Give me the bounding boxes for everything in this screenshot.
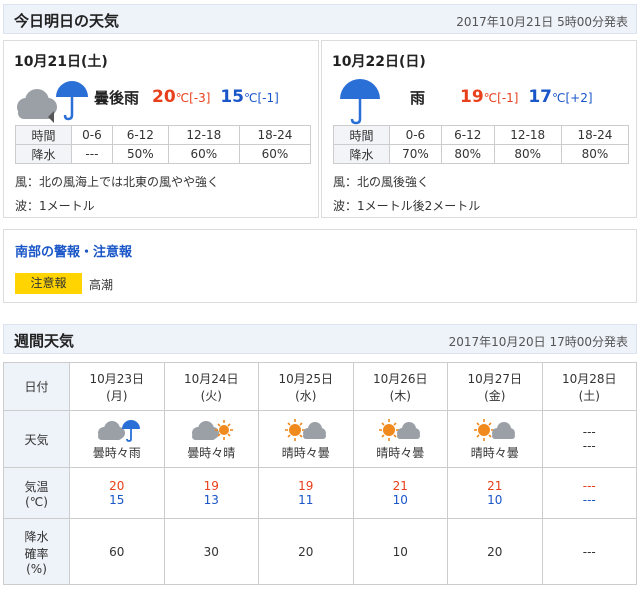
weekly-date-cell: 10月27日 (金) <box>447 362 543 411</box>
low-temp: 15 <box>220 87 244 107</box>
precip-table: 時間 0-6 6-12 12-18 18-24 降水 --- 50% 60% 6… <box>15 125 312 164</box>
weekly-weather-cell: 晴時々曇 <box>447 410 543 468</box>
low-temp: 17 <box>528 87 552 107</box>
wind-text: 風：北の風後強く <box>333 175 430 189</box>
wave-text: 波：1メートル後2メートル <box>333 199 481 213</box>
weekly-temp-cell: 19 11 <box>258 467 354 519</box>
weekly-header: 週間天気 2017年10月20日 17時00分発表 <box>3 324 637 354</box>
weekly-published: 2017年10月20日 17時00分発表 <box>448 335 628 349</box>
weekly-date-cell: 10月28日 (土) <box>541 362 637 411</box>
warnings-title-link[interactable]: 南部の警報・注意報 <box>15 241 132 260</box>
today-published: 2017年10月21日 5時00分発表 <box>456 15 628 29</box>
weekly-temp-cell: 21 10 <box>352 467 448 519</box>
weekly-row-date: 日付 10月23日 (月) 10月24日 (火) 10月25日 (水) 10月26日(… <box>3 362 637 411</box>
weekly-date-cell: 10月23日 (月) <box>69 362 165 411</box>
sun-cloud-icon <box>473 418 515 441</box>
low-diff: [+2] <box>565 91 593 105</box>
day-card-today: 10月21日(土) 曇後雨 20℃[-3] 15℃[-1] 時間 0-6 6-1… <box>3 40 319 218</box>
weekly-precip-cell: 20 <box>258 518 354 585</box>
day-weather-label: 曇後雨 <box>94 89 140 107</box>
day-date: 10月22日(日) <box>332 54 426 70</box>
weekly-weather-cell: 晴時々曇 <box>258 410 354 468</box>
weekly-row-weather: 天気 曇時々雨 曇時々晴 晴時々曇 晴時々曇 晴時々曇 --- --- <box>3 410 637 468</box>
weekly-row-precip: 降水 確率 (%) 60 30 20 10 20 --- <box>3 518 637 585</box>
high-temp: 20 <box>152 87 176 107</box>
weekly-weather-cell: 晴時々曇 <box>352 410 448 468</box>
weekly-date-cell: 10月24日 (火) <box>163 362 259 411</box>
weekly-precip-cell: 20 <box>447 518 543 585</box>
day-card-tomorrow: 10月22日(日) 雨 19℃[-1] 17℃[+2] 時間 0-6 6-12 … <box>321 40 637 218</box>
sun-cloud-icon <box>379 418 421 441</box>
day-temps: 20℃[-3] 15℃[-1] <box>152 87 279 107</box>
weekly-weather-cell: 曇時々雨 <box>69 410 165 468</box>
advisory-items: 高潮 <box>89 278 114 292</box>
weekly-weather-cell: 曇時々晴 <box>163 410 259 468</box>
precip-table: 時間 0-6 6-12 12-18 18-24 降水 70% 80% 80% 8… <box>333 125 630 164</box>
warnings-panel: 南部の警報・注意報 注意報 高潮 <box>3 229 637 303</box>
weekly-date-cell: 10月26日 (木) <box>352 362 448 411</box>
weekly-temp-cell: 20 15 <box>69 467 165 519</box>
weekly-date-cell: 10月25日 (水) <box>258 362 354 411</box>
weekly-table: 日付 10月23日 (月) 10月24日 (火) 10月25日 (水) 10月26日(… <box>3 362 637 585</box>
high-diff: [-1] <box>497 91 519 105</box>
weekly-temp-cell: 19 13 <box>163 467 259 519</box>
advisory-badge: 注意報 <box>15 273 82 294</box>
sun-cloud-icon <box>284 418 326 441</box>
weekly-precip-cell: 30 <box>163 518 259 585</box>
high-temp: 19 <box>460 87 484 107</box>
weekly-precip-cell: 10 <box>352 518 448 585</box>
today-title: 今日明日の天気 <box>14 12 120 30</box>
weekly-title: 週間天気 <box>14 332 75 350</box>
day-weather-label: 雨 <box>410 89 426 107</box>
cloud-umbrella-icon <box>97 419 140 442</box>
weekly-temp-cell: 21 10 <box>447 467 543 519</box>
today-header: 今日明日の天気 2017年10月21日 5時00分発表 <box>3 4 637 34</box>
high-diff: [-3] <box>189 91 211 105</box>
weekly-weather-cell: --- --- <box>541 410 637 468</box>
low-diff: [-1] <box>257 91 279 105</box>
wind-text: 風：北の風海上では北東の風やや強く <box>15 175 220 189</box>
day-temps: 19℃[-1] 17℃[+2] <box>460 87 593 107</box>
day-date: 10月21日(土) <box>14 54 108 70</box>
wave-text: 波：1メートル <box>15 199 95 213</box>
weekly-temp-cell: --- --- <box>541 467 637 519</box>
umbrella-icon <box>340 79 380 125</box>
weekly-row-temp: 気温 (℃) 20 15 19 13 19 11 21 10 21 10 --- --- <box>3 467 637 519</box>
weekly-precip-cell: 60 <box>69 518 165 585</box>
weekly-precip-cell: --- <box>541 518 637 585</box>
cloud-sun-icon <box>192 419 234 440</box>
cloud-then-umbrella-icon <box>17 81 88 123</box>
